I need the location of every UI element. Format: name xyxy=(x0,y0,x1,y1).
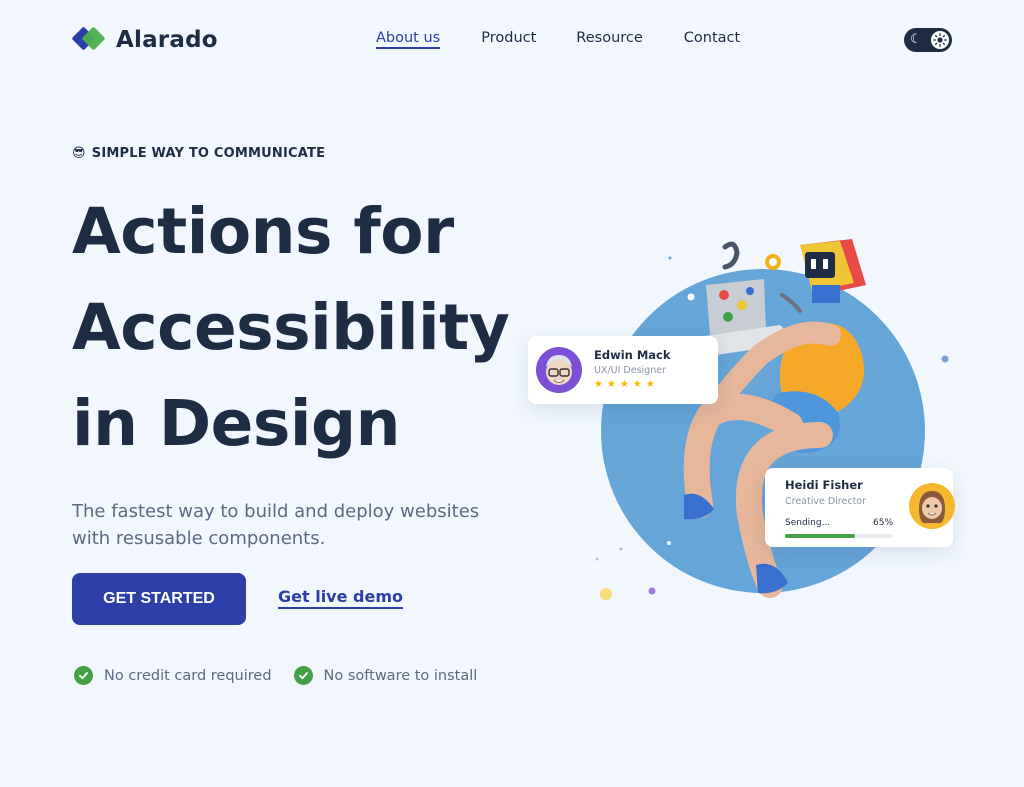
card-role: UX/UI Designer xyxy=(594,365,666,376)
hero-subtitle: The fastest way to build and deploy webs… xyxy=(72,501,480,549)
status-text: Sending... xyxy=(785,518,831,528)
feature-checks: No credit card required No software to i… xyxy=(74,666,477,685)
get-started-button[interactable]: GET STARTED xyxy=(72,573,246,625)
main-nav: About us Product Resource Contact xyxy=(376,30,740,49)
headline-line-3: in Design xyxy=(72,387,400,460)
card-name: Edwin Mack xyxy=(594,348,671,362)
moon-icon: ☾ xyxy=(910,32,922,47)
eyebrow-text: SIMPLE WAY TO COMMUNICATE xyxy=(91,146,326,161)
check-item: No software to install xyxy=(293,666,478,685)
nav-item-contact[interactable]: Contact xyxy=(684,30,740,49)
theme-toggle[interactable]: ☾ xyxy=(904,28,952,52)
check-circle-icon xyxy=(74,666,93,685)
card-name: Heidi Fisher xyxy=(785,478,863,492)
hero-illustration: Edwin Mack UX/UI Designer ★★★★★ Heidi Fi… xyxy=(520,225,970,625)
check-item: No credit card required xyxy=(74,666,272,685)
live-demo-link[interactable]: Get live demo xyxy=(278,587,403,609)
progress-fill xyxy=(785,534,856,538)
brand-name: Alarado xyxy=(116,27,218,53)
headline-line-1: Actions for xyxy=(72,195,454,268)
progress-bar xyxy=(785,534,893,538)
nav-item-about[interactable]: About us xyxy=(376,30,441,49)
profile-card-heidi: Heidi Fisher Creative Director Sending..… xyxy=(765,468,955,547)
logo[interactable]: Alarado xyxy=(71,26,218,54)
star-rating-icon: ★★★★★ xyxy=(594,379,659,390)
page-title: Actions for Accessibility in Design xyxy=(72,184,512,472)
headline-line-2: Accessibility xyxy=(72,291,510,364)
check-circle-icon xyxy=(293,666,313,685)
profile-card-edwin: Edwin Mack UX/UI Designer ★★★★★ xyxy=(528,336,718,404)
avatar xyxy=(909,483,955,529)
hero-3d-figure-illustration xyxy=(595,239,949,600)
nav-item-product[interactable]: Product xyxy=(481,30,536,49)
nav-item-resource[interactable]: Resource xyxy=(576,30,643,49)
eyebrow: 😎 SIMPLE WAY TO COMMUNICATE xyxy=(72,146,325,161)
logo-mark-icon xyxy=(71,26,106,54)
progress-percent: 65% xyxy=(873,518,894,528)
sun-icon xyxy=(931,31,949,49)
check-text: No credit card required xyxy=(104,667,272,684)
sunglasses-emoji-icon: 😎 xyxy=(72,146,86,161)
check-text: No software to install xyxy=(323,667,478,684)
card-role: Creative Director xyxy=(785,496,867,507)
avatar xyxy=(536,347,582,393)
